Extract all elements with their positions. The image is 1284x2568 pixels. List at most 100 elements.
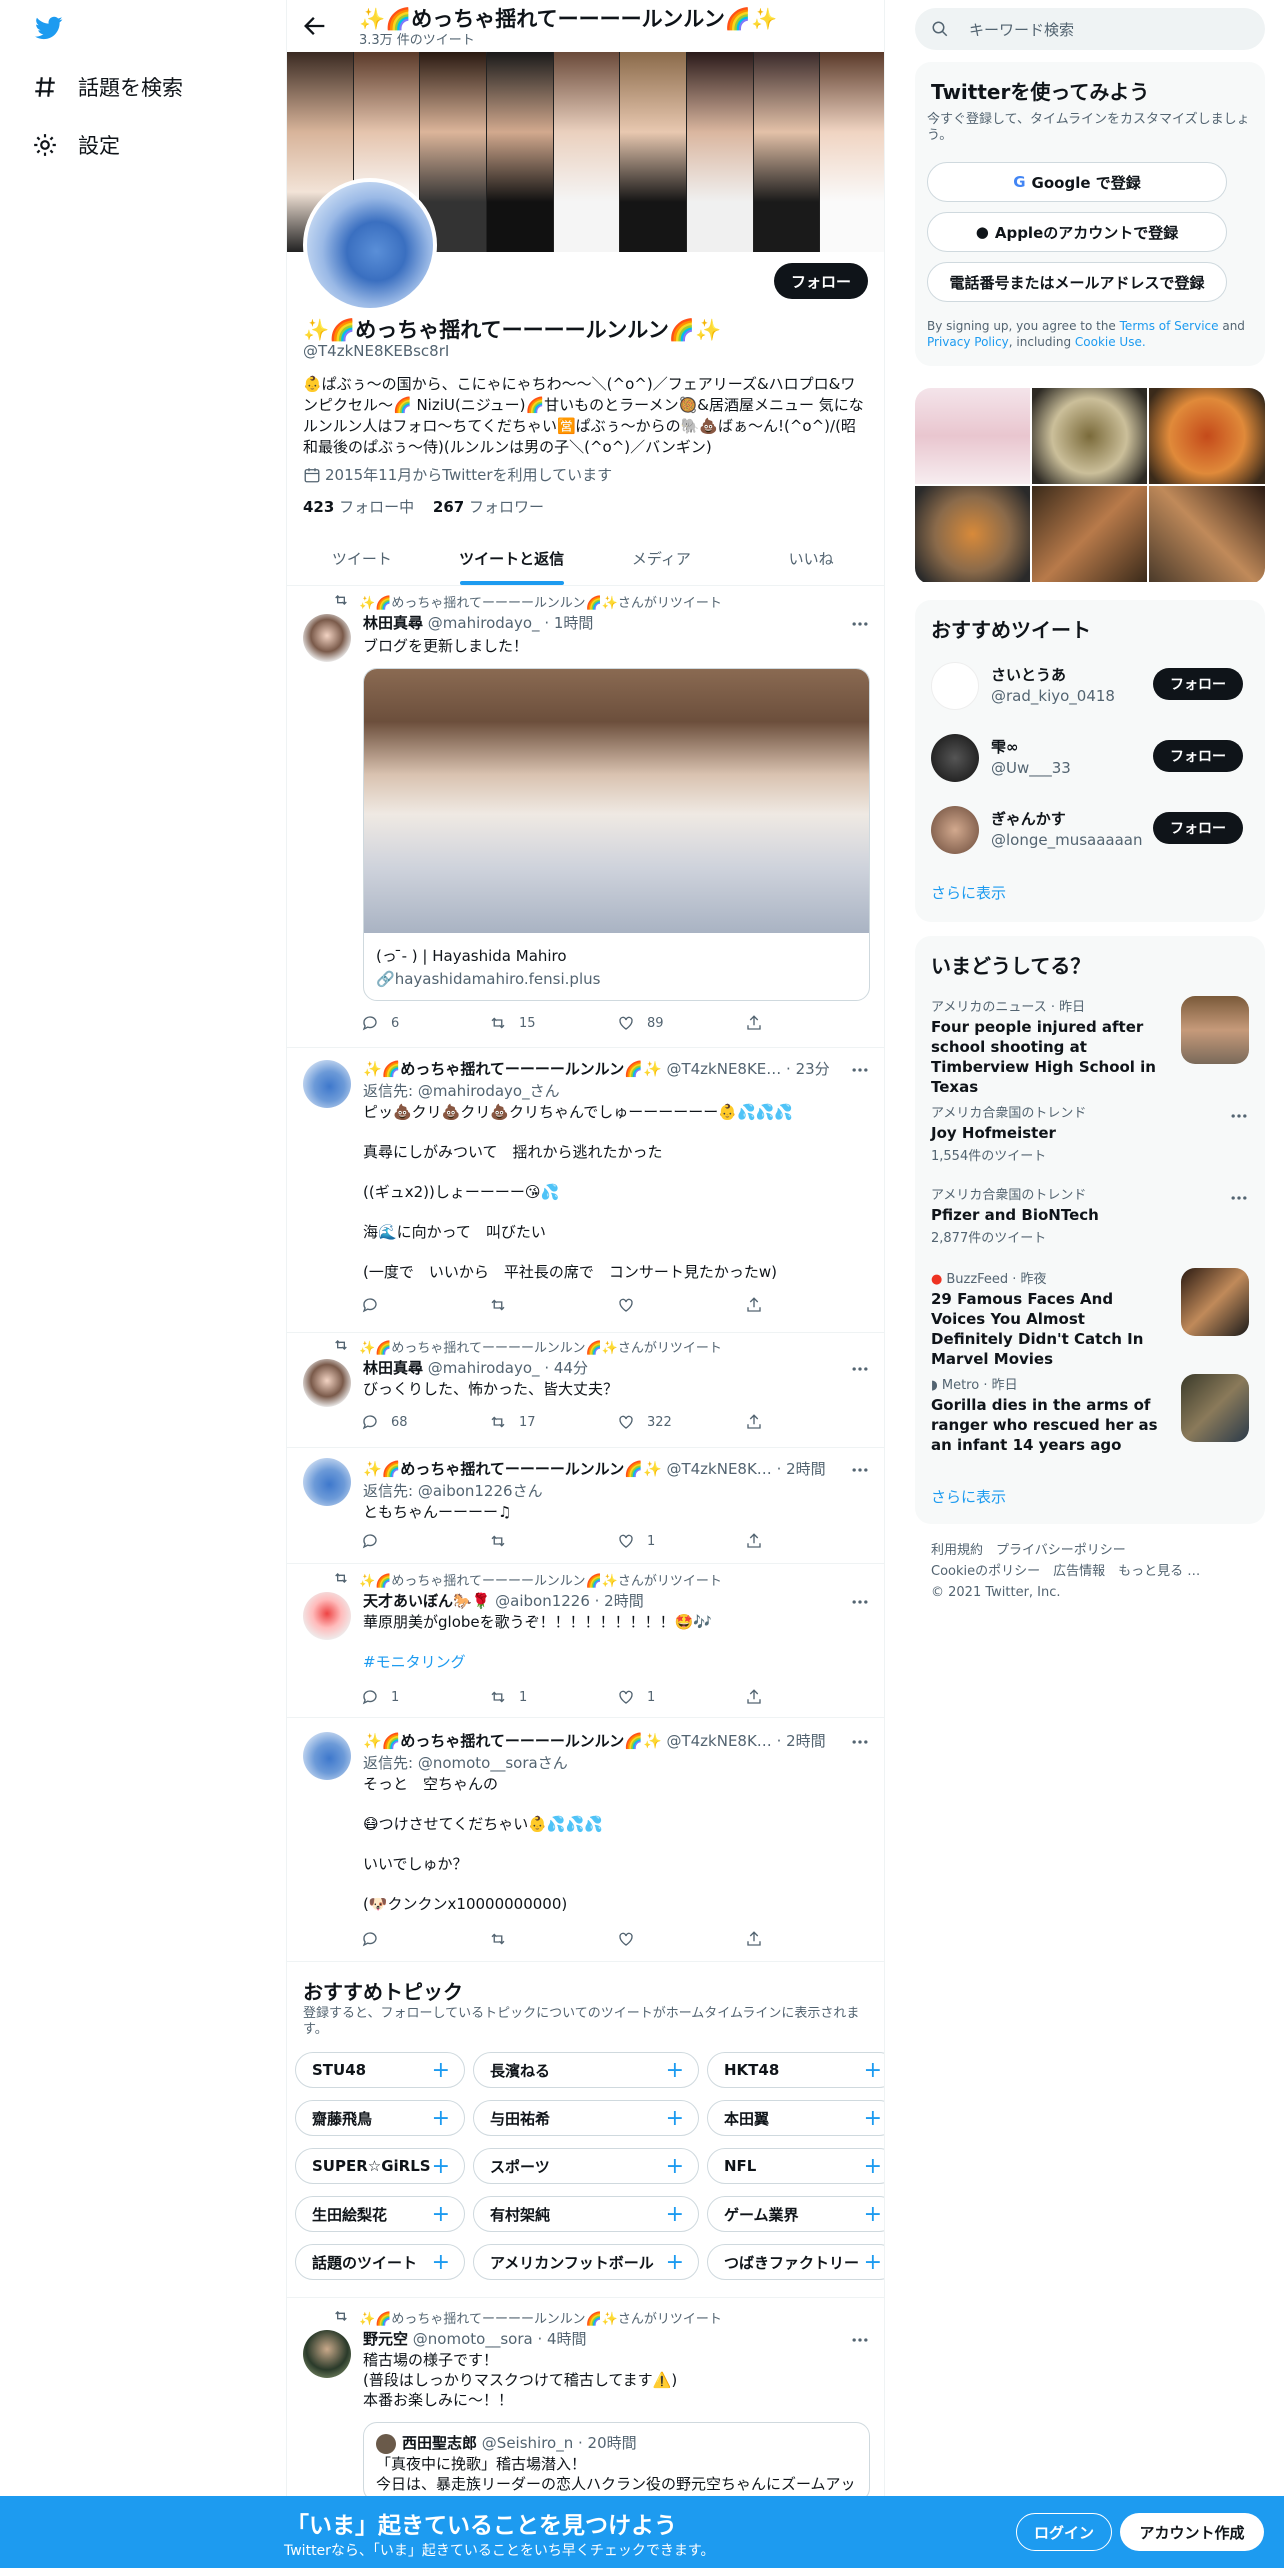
avatar[interactable]	[303, 1060, 351, 1108]
following-link[interactable]: 423 フォロー中	[303, 498, 414, 516]
like-button[interactable]: 89	[617, 1014, 664, 1032]
like-button[interactable]	[617, 1930, 647, 1948]
reply-button[interactable]: 1	[361, 1688, 399, 1706]
phone-email-signup-button[interactable]: 電話番号またはメールアドレスで登録	[927, 262, 1227, 302]
hashtag-link[interactable]: #モニタリング	[363, 1652, 873, 1672]
tab-media[interactable]: メディア	[587, 532, 737, 585]
trend-item[interactable]: ◗ Metro · 昨日 Gorilla dies in the arms of …	[931, 1374, 1161, 1455]
author-name[interactable]: ✨🌈めっちゃ揺れてーーーールンルン🌈✨	[363, 1460, 662, 1478]
topic-chip[interactable]: スポーツ +	[473, 2148, 699, 2184]
avatar[interactable]	[303, 614, 351, 662]
retweet-button[interactable]	[489, 1930, 519, 1948]
topic-chip[interactable]: 長濱ねる +	[473, 2052, 699, 2088]
follow-button[interactable]: フォロー	[1153, 668, 1243, 700]
follow-button[interactable]: フォロー	[1153, 740, 1243, 772]
tweet[interactable]: ✨🌈めっちゃ揺れてーーーールンルン🌈✨さんがリツイート 林田真尋 @mahiro…	[287, 1333, 884, 1448]
recommended-user[interactable]: 雫∞ @Uw___33 フォロー	[931, 726, 1261, 790]
share-button[interactable]	[745, 1413, 775, 1431]
follow-button[interactable]: フォロー	[1153, 812, 1243, 844]
topic-chip[interactable]: HKT48 +	[707, 2052, 884, 2088]
google-signup-button[interactable]: G Google で登録	[927, 162, 1227, 202]
retweet-button[interactable]	[489, 1296, 519, 1314]
tweet[interactable]: ✨🌈めっちゃ揺れてーーーールンルン🌈✨さんがリツイート 天才あいぼん🐎🌹 @ai…	[287, 1564, 884, 1718]
reply-to-link[interactable]: @nomoto__sora	[418, 1754, 538, 1772]
tweet[interactable]: ✨🌈めっちゃ揺れてーーーールンルン🌈✨ @T4zkNE8K… · 2時間 返信先…	[287, 1718, 884, 1962]
author-name[interactable]: 天才あいぼん🐎🌹	[363, 1592, 490, 1610]
avatar[interactable]	[303, 1458, 351, 1506]
share-button[interactable]	[745, 1532, 775, 1550]
more-icon[interactable]	[850, 1592, 870, 1612]
privacy-link[interactable]: Privacy Policy	[927, 335, 1009, 349]
avatar[interactable]	[303, 2330, 351, 2378]
more-icon[interactable]	[850, 1060, 870, 1080]
trend-item[interactable]: アメリカ合衆国のトレンド Joy Hofmeister 1,554件のツイート	[931, 1102, 1251, 1164]
follow-button[interactable]: フォロー	[774, 263, 868, 299]
twitter-logo-icon[interactable]	[32, 14, 66, 42]
author-name[interactable]: 林田真尋	[363, 614, 423, 632]
tweet[interactable]: ✨🌈めっちゃ揺れてーーーールンルン🌈✨さんがリツイート 林田真尋 @mahiro…	[287, 586, 884, 1048]
topic-chip[interactable]: 話題のツイート +	[295, 2244, 465, 2280]
like-button[interactable]: 1	[617, 1532, 655, 1550]
more-icon[interactable]	[1229, 1188, 1249, 1208]
more-icon[interactable]	[850, 614, 870, 634]
footer-links-1[interactable]: 利用規約 プライバシーポリシー	[931, 1540, 1200, 1561]
profile-avatar[interactable]	[303, 178, 437, 312]
reply-button[interactable]	[361, 1296, 391, 1314]
nav-explore[interactable]: 話題を検索	[32, 62, 183, 112]
tab-likes[interactable]: いいね	[736, 532, 884, 585]
media-thumb[interactable]	[1032, 486, 1147, 582]
quote-tweet[interactable]: 西田聖志郎 @Seishiro_n · 20時間 「真夜中に挽歌」稽古場潜入！ …	[363, 2422, 870, 2502]
more-icon[interactable]	[850, 1732, 870, 1752]
reply-button[interactable]	[361, 1532, 391, 1550]
share-button[interactable]	[745, 1930, 775, 1948]
retweet-button[interactable]: 15	[489, 1014, 536, 1032]
reply-button[interactable]: 68	[361, 1413, 408, 1431]
topic-chip[interactable]: SUPER☆GiRLS +	[295, 2148, 465, 2184]
topic-chip[interactable]: つばきファクトリー +	[707, 2244, 884, 2280]
apple-signup-button[interactable]: ● Appleのアカウントで登録	[927, 212, 1227, 252]
media-thumb[interactable]	[915, 388, 1030, 484]
trend-item[interactable]: アメリカのニュース · 昨日 Four people injured after…	[931, 996, 1161, 1097]
recommended-user[interactable]: さいとうあ @rad_kiyo_0418 フォロー	[931, 654, 1261, 718]
terms-link[interactable]: Terms of Service	[1120, 319, 1219, 333]
topic-chip[interactable]: 有村架純 +	[473, 2196, 699, 2232]
topic-chip[interactable]: 齋藤飛鳥 +	[295, 2100, 465, 2136]
nav-settings[interactable]: 設定	[32, 120, 120, 170]
trend-item[interactable]: ● BuzzFeed · 昨夜 29 Famous Faces And Voice…	[931, 1268, 1161, 1369]
share-button[interactable]	[745, 1688, 775, 1706]
share-button[interactable]	[745, 1014, 775, 1032]
topic-chip[interactable]: STU48 +	[295, 2052, 465, 2088]
tweet[interactable]: ✨🌈めっちゃ揺れてーーーールンルン🌈✨ @T4zkNE8KE… · 23分 返信…	[287, 1048, 884, 1333]
media-thumb[interactable]	[1149, 486, 1265, 582]
back-arrow-icon[interactable]	[301, 12, 329, 40]
reply-to-link[interactable]: @mahirodayo_	[418, 1082, 530, 1100]
media-thumb[interactable]	[915, 486, 1030, 582]
more-icon[interactable]	[850, 1359, 870, 1379]
show-more-link[interactable]: さらに表示	[931, 882, 1006, 903]
topic-chip[interactable]: 生田絵梨花 +	[295, 2196, 465, 2232]
retweet-button[interactable]	[489, 1532, 519, 1550]
topic-chip[interactable]: 本田翼 +	[707, 2100, 884, 2136]
topic-chip[interactable]: アメリカンフットボール +	[473, 2244, 699, 2280]
cookie-link[interactable]: Cookie Use.	[1075, 335, 1146, 349]
more-icon[interactable]	[1229, 1106, 1249, 1126]
topic-chip[interactable]: NFL +	[707, 2148, 884, 2184]
author-name[interactable]: ✨🌈めっちゃ揺れてーーーールンルン🌈✨	[363, 1732, 662, 1750]
topic-chip[interactable]: ゲーム業界 +	[707, 2196, 884, 2232]
avatar[interactable]	[303, 1359, 351, 1407]
tab-tweets[interactable]: ツイート	[287, 532, 437, 585]
search-input[interactable]: キーワード検索	[915, 8, 1265, 50]
trend-item[interactable]: アメリカ合衆国のトレンド Pfizer and BioNTech 2,877件の…	[931, 1184, 1251, 1246]
login-button[interactable]: ログイン	[1016, 2513, 1112, 2551]
avatar[interactable]	[303, 1592, 351, 1640]
followers-link[interactable]: 267 フォロワー	[433, 498, 544, 516]
more-icon[interactable]	[850, 2330, 870, 2350]
retweet-button[interactable]: 17	[489, 1413, 536, 1431]
reply-button[interactable]: 6	[361, 1014, 399, 1032]
author-name[interactable]: 林田真尋	[363, 1359, 423, 1377]
like-button[interactable]	[617, 1296, 647, 1314]
media-thumb[interactable]	[1032, 388, 1147, 484]
share-button[interactable]	[745, 1296, 775, 1314]
link-card[interactable]: (っ ̄- ) | Hayashida Mahiro 🔗hayashidamah…	[363, 668, 870, 1001]
author-name[interactable]: 野元空	[363, 2330, 408, 2348]
